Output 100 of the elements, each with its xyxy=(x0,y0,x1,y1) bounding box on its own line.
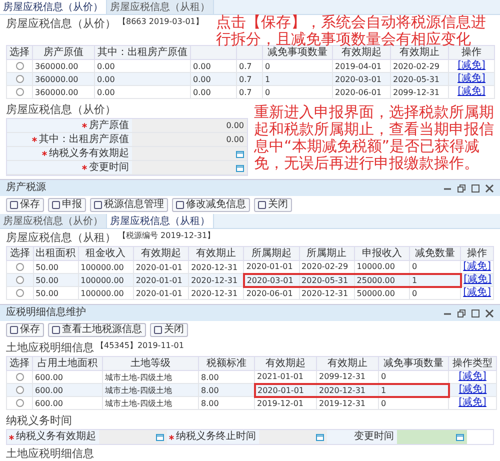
table-cell: 2020-01-01 xyxy=(133,286,189,300)
table-cell: 2020-05-31 xyxy=(299,274,354,286)
column-header: 有效期起 xyxy=(332,46,390,60)
radio-button[interactable] xyxy=(16,386,24,394)
field-label: 房产原值 xyxy=(89,119,129,132)
table-cell: 0.00 xyxy=(94,86,190,98)
input-field[interactable] xyxy=(132,161,247,174)
field-label: 其中：出租房产原值 xyxy=(39,133,129,146)
toolbar-button[interactable]: 税源信息管理 xyxy=(90,198,168,212)
table-cell: 2099-12-31 xyxy=(390,86,448,98)
square-icon xyxy=(258,201,266,209)
toolbar-button[interactable]: 申报 xyxy=(48,198,86,212)
tab[interactable]: 房屋应税信息（从租） xyxy=(107,0,214,14)
radio-button[interactable] xyxy=(16,289,24,298)
column-header: 有效期止 xyxy=(390,46,448,60)
section-title: 房屋应税信息（从价） xyxy=(6,17,116,31)
section-title: 房屋应税信息（从价） xyxy=(6,103,116,117)
tab[interactable]: 房屋应税信息（从价） xyxy=(0,214,107,228)
table-cell: 2020-12-31 xyxy=(188,286,244,300)
radio-button[interactable] xyxy=(16,276,24,284)
section-title: 土地应税明细信息 xyxy=(6,447,94,461)
maximize-icon[interactable] xyxy=(471,184,480,192)
close-icon[interactable] xyxy=(485,184,494,192)
column-header: 选择 xyxy=(6,46,32,60)
toolbar-button[interactable]: 关闭 xyxy=(150,323,188,337)
column-header: 申报收入 xyxy=(354,246,410,260)
table-cell: 100000.00 xyxy=(78,286,134,300)
table-cell: 2020-01-01 xyxy=(133,274,189,286)
close-icon[interactable] xyxy=(485,308,494,318)
square-icon xyxy=(154,326,162,334)
column-header: 操作类型 xyxy=(448,356,496,370)
table-cell: 25000.00 xyxy=(354,274,410,286)
radio-button[interactable] xyxy=(16,62,24,70)
source-tag: 【8663 2019-03-01】 xyxy=(118,17,204,27)
toolbar-button[interactable]: 保存 xyxy=(6,198,44,212)
table-cell: 8.00 xyxy=(198,384,254,396)
column-header: 占用土地面积 xyxy=(32,356,102,370)
table-cell: 2020-03-01 xyxy=(244,274,300,286)
calendar-icon[interactable] xyxy=(236,150,244,158)
window-title: 应税明细信息维护 xyxy=(6,307,86,319)
column-header: 出租面积 xyxy=(33,246,78,260)
table-cell: 1 xyxy=(378,384,448,396)
column-header: 土地等级 xyxy=(102,356,198,370)
column-header: 租金收入 xyxy=(78,246,134,260)
maximize-icon[interactable] xyxy=(471,308,480,318)
column-header: 操作 xyxy=(460,246,494,260)
column-header: 选择 xyxy=(6,356,32,370)
column-header: 有效期止 xyxy=(188,246,244,260)
source-tag: 【税源编号 2019-12-31】 xyxy=(118,231,216,241)
input-field[interactable]: 0.00 xyxy=(132,133,247,146)
table-cell: 2020-12-31 xyxy=(299,286,354,300)
table-cell: 2020-05-31 xyxy=(390,72,448,86)
table-cell: 2019-12-31 xyxy=(316,396,378,410)
square-icon xyxy=(176,201,184,209)
table-cell: 0.7 xyxy=(236,86,262,98)
column-header: 减免事项数量 xyxy=(262,46,332,60)
section-title: 土地应税明细信息 xyxy=(6,341,94,355)
annotation-text: 重新进入申报界面，选择税款所属期起和税款所属期止，查看当期申报信息中“本期减免税额”是否已获得减免，无误后再进行申报缴款操作。 xyxy=(254,104,495,172)
table-cell: 2020-03-01 xyxy=(332,72,390,86)
restore-icon[interactable] xyxy=(457,184,466,192)
table-cell: 2020-01-01 xyxy=(254,384,316,396)
table-cell: 360000.00 xyxy=(32,86,94,98)
radio-button[interactable] xyxy=(16,263,24,272)
window-title: 房产税源 xyxy=(6,182,46,194)
radio-button[interactable] xyxy=(16,88,24,96)
restore-icon[interactable] xyxy=(457,308,466,318)
section-title: 房屋应税信息（从租） xyxy=(6,231,116,245)
toolbar-button[interactable]: 查看土地税源信息 xyxy=(48,323,146,337)
table-cell: 360000.00 xyxy=(32,72,94,86)
table-cell: 50.00 xyxy=(33,286,78,300)
table-cell: 0 xyxy=(378,396,448,410)
radio-button[interactable] xyxy=(16,373,24,382)
toolbar-button[interactable]: 保存 xyxy=(6,323,44,337)
table-cell: 50000.00 xyxy=(354,286,410,300)
column-header: 税额标准 xyxy=(198,356,254,370)
square-icon xyxy=(10,326,18,334)
square-icon xyxy=(52,326,60,334)
tab[interactable]: 房屋应税信息（从租） xyxy=(107,214,214,228)
toolbar-button[interactable]: 关闭 xyxy=(254,198,292,212)
toolbar-button[interactable]: 修改减免信息 xyxy=(172,198,250,212)
calendar-icon[interactable] xyxy=(236,164,244,172)
table-cell: 600.00 xyxy=(32,396,102,410)
column-header: 选择 xyxy=(6,246,34,260)
input-field[interactable] xyxy=(132,147,247,160)
table-cell: 1 xyxy=(410,274,461,286)
table-cell: 1 xyxy=(262,72,332,86)
column-header: 有效期起 xyxy=(254,356,316,370)
annotation-text: 点击【保存】，系统会自动将税源信息进行拆分，且减免事项数量会有相应变化 xyxy=(216,14,487,48)
table-cell: 600.00 xyxy=(32,384,102,396)
input-field[interactable]: 0.00 xyxy=(132,119,247,132)
radio-button[interactable] xyxy=(16,75,24,84)
column-header: 有效期止 xyxy=(316,356,378,370)
square-icon xyxy=(10,201,18,209)
table-cell: 0.00 xyxy=(190,86,236,98)
table-cell: 0 xyxy=(262,86,332,98)
tab[interactable]: 房屋应税信息（从价） xyxy=(0,0,107,14)
table-cell: 100000.00 xyxy=(78,274,134,286)
radio-button[interactable] xyxy=(16,399,24,408)
section-title: 纳税义务时间 xyxy=(6,414,72,428)
table-cell: 2020-06-01 xyxy=(332,86,390,98)
